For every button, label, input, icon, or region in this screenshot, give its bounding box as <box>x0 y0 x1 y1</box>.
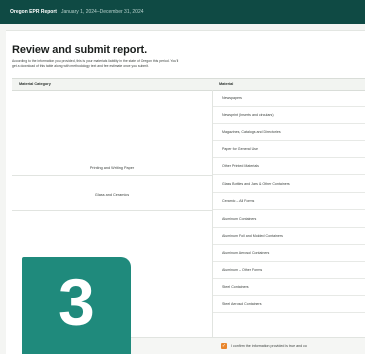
material-cell: Ceramic – All Forms <box>222 199 255 203</box>
table-row: Steel Aerosol Containers <box>213 296 365 313</box>
table-row: Paper for General Use <box>213 141 365 158</box>
table-row: Glass Bottles and Jars & Other Container… <box>213 176 365 193</box>
material-cell: Newspapers <box>222 96 242 100</box>
app-window: Oregon EPR Report January 1, 2024–Decemb… <box>0 0 365 354</box>
description-line: get a download of this table along with … <box>12 64 149 69</box>
material-cell: Aluminum Containers <box>222 217 257 221</box>
page-description: According to the information you provide… <box>12 59 332 70</box>
group-divider <box>12 175 212 176</box>
table-row: Other Printed Materials <box>213 158 365 175</box>
column-header-material: Material <box>219 82 234 86</box>
material-cell: Magazines, Catalogs and Directories <box>222 130 281 134</box>
table-row: Newspapers <box>213 90 365 107</box>
table-row: Aluminum Foil and Molded Containers <box>213 228 365 245</box>
material-cell: Glass Bottles and Jars & Other Container… <box>222 182 290 186</box>
material-cell: Other Printed Materials <box>222 164 259 168</box>
material-cell: Aluminum Foil and Molded Containers <box>222 234 283 238</box>
table-row: Aluminum – Other Forms <box>213 262 365 279</box>
page-title: Review and submit report. <box>12 44 148 56</box>
material-cell: Paper for General Use <box>222 147 258 151</box>
material-cell: Aluminum Aerosol Containers <box>222 251 270 255</box>
confirm-label: I confirm the information provided is tr… <box>231 344 307 348</box>
material-cell: Steel Containers <box>222 285 249 289</box>
table-row: Aluminum Aerosol Containers <box>213 245 365 262</box>
table-row: Magazines, Catalogs and Directories <box>213 124 365 141</box>
material-cell: Aluminum – Other Forms <box>222 268 263 272</box>
table-row: Newsprint (Inserts and circulars) <box>213 107 365 124</box>
column-header-category: Material Category <box>19 82 51 86</box>
group-divider <box>12 210 212 211</box>
step-number-badge: 3 <box>22 257 131 354</box>
confirm-checkbox[interactable]: ✓ <box>221 343 227 349</box>
app-title: Oregon EPR Report <box>10 9 57 15</box>
step-number: 3 <box>58 265 95 339</box>
material-cell: Newsprint (Inserts and circulars) <box>222 113 274 117</box>
confirm-bar: ✓ I confirm the information provided is … <box>131 337 365 354</box>
report-period: January 1, 2024–December 31, 2024 <box>60 9 144 15</box>
material-cell: Steel Aerosol Containers <box>222 302 262 306</box>
table-row: Steel Containers <box>213 279 365 296</box>
table-row: Aluminum Containers <box>213 211 365 228</box>
top-bar: Oregon EPR Report January 1, 2024–Decemb… <box>0 0 365 24</box>
table-row: Ceramic – All Forms <box>213 193 365 210</box>
category-cell: Printing and Writing Paper <box>89 166 135 170</box>
category-cell: Glass and Ceramics <box>94 193 130 197</box>
